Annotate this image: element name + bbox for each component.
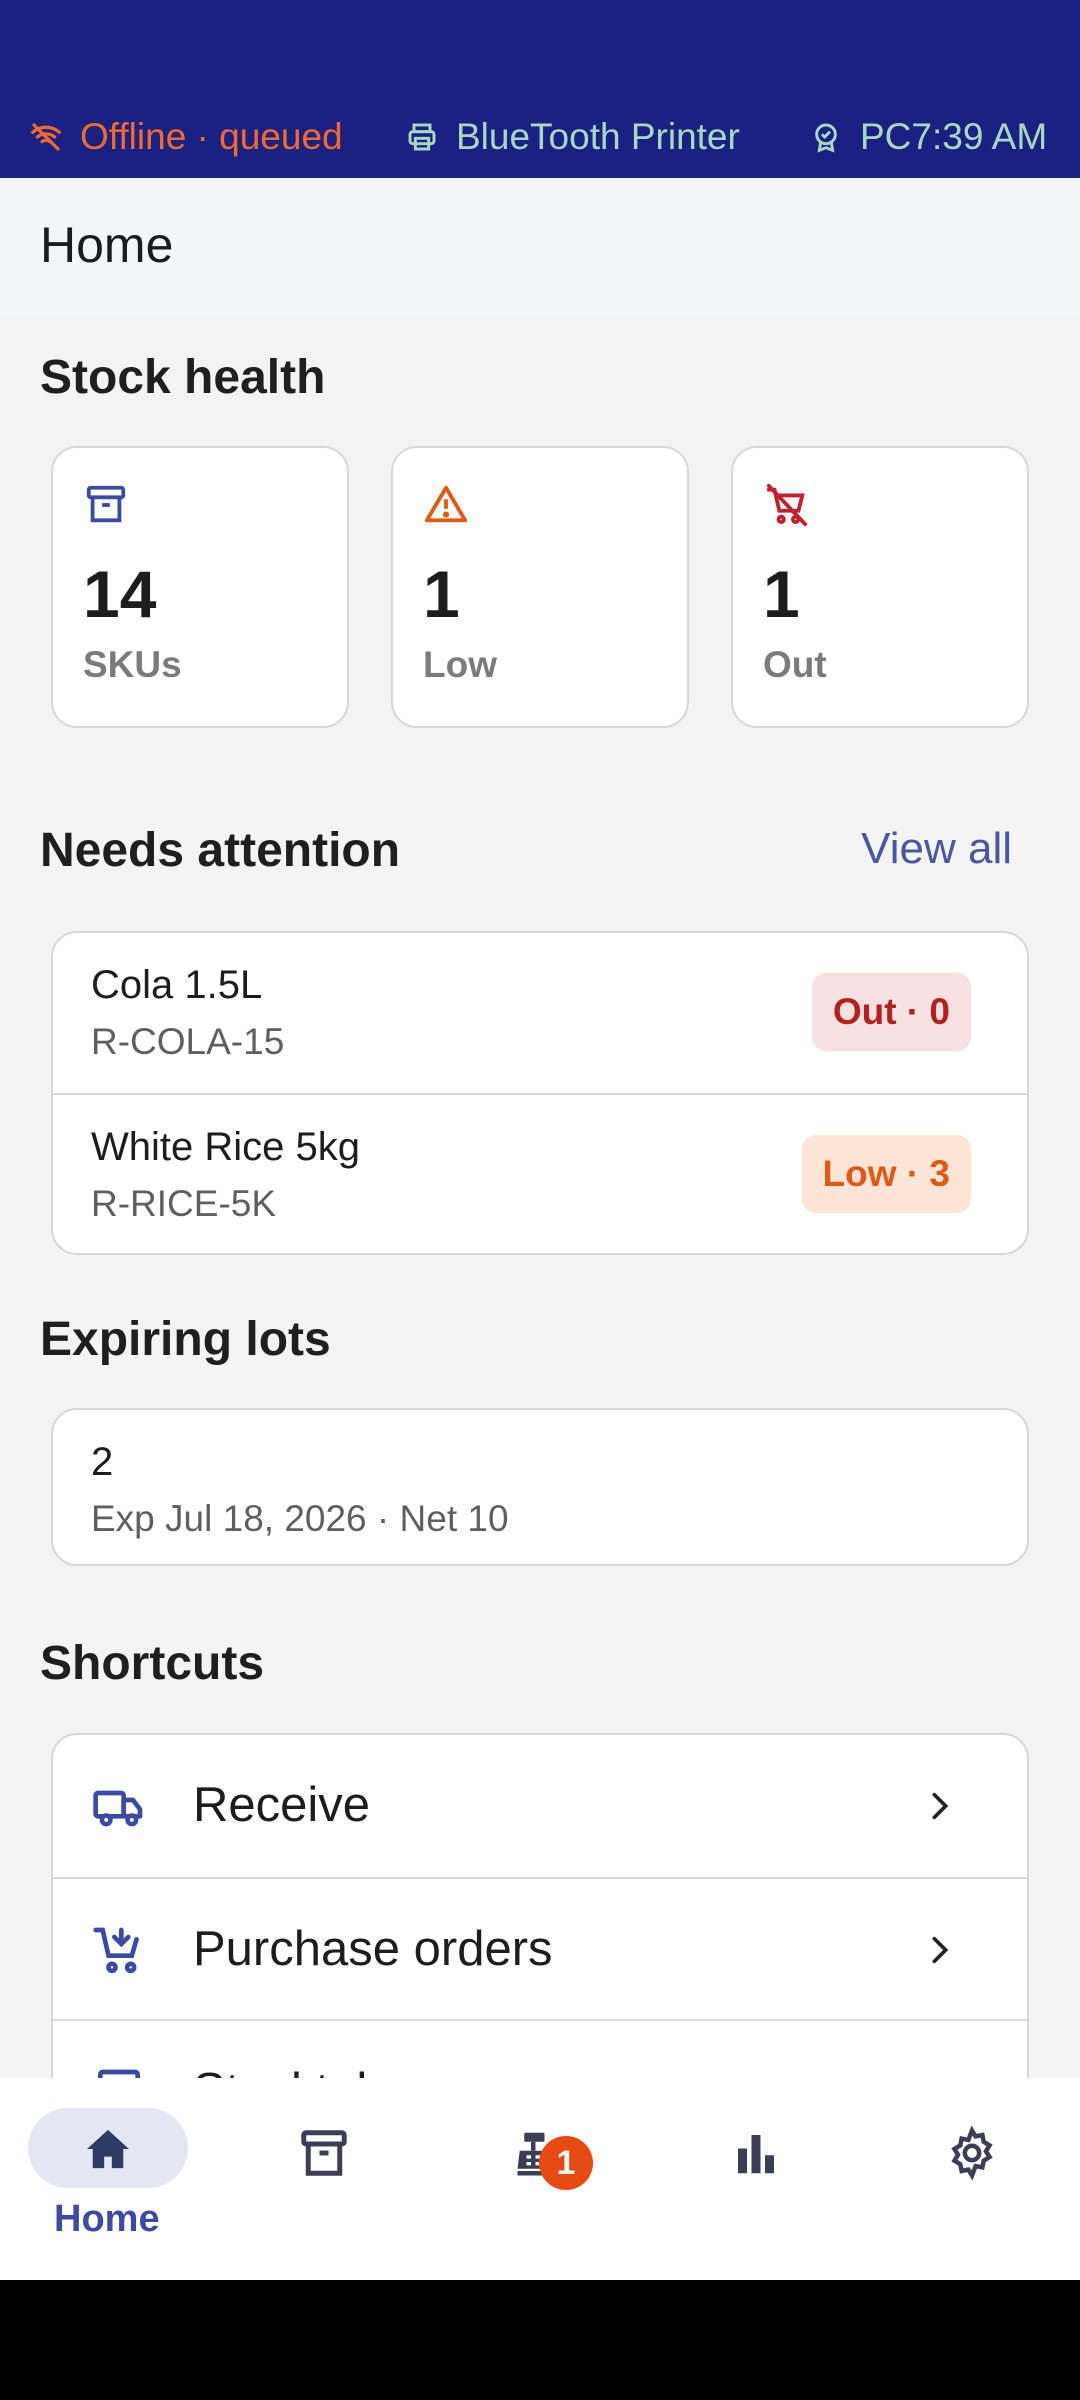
home-icon [87, 2129, 129, 2169]
settings-gear-icon[interactable] [945, 2126, 999, 2180]
bottom-navigation: Home 1 [0, 2078, 1080, 2280]
out-label: Out [763, 644, 827, 685]
item-sku: R-COLA-15 [91, 1021, 285, 1062]
clipboard-icon [98, 2069, 140, 2078]
clock: 7:39 AM [911, 116, 1048, 157]
device-name: PC [860, 116, 912, 157]
device-status: PC 7:39 AM [810, 116, 1047, 158]
home-content[interactable]: Stock health 14 SKUs 1 Low 1 Out Needs a… [0, 318, 1080, 2078]
stat-card-skus[interactable]: 14 SKUs [51, 446, 349, 728]
low-count: 1 [423, 557, 460, 631]
status-badge: Low · 3 [801, 1135, 971, 1213]
sku-count: 14 [83, 557, 157, 631]
bar-chart-icon[interactable] [729, 2126, 783, 2180]
archive-box-icon [86, 485, 126, 523]
stat-card-out[interactable]: 1 Out [731, 446, 1029, 728]
badge-icon [815, 123, 837, 153]
shortcut-receive[interactable]: Receive [53, 1735, 1027, 1877]
item-name: White Rice 5kg [91, 1125, 360, 1169]
low-label: Low [423, 644, 497, 685]
item-name: Cola 1.5L [91, 963, 263, 1007]
shortcut-label: Stocktake [193, 2063, 408, 2078]
truck-icon [93, 1790, 143, 1827]
system-navigation-bar [0, 2280, 1080, 2400]
printer-status-text: BlueTooth Printer [456, 116, 740, 157]
chevron-right-icon [932, 1792, 949, 1820]
shortcut-purchase-orders[interactable]: Purchase orders [53, 1877, 1027, 2019]
needs-attention-list: Cola 1.5L R-COLA-15 Out · 0 White Rice 5… [51, 931, 1029, 1255]
offline-status: Offline · queued [30, 116, 343, 158]
list-item[interactable]: White Rice 5kg R-RICE-5K Low · 3 [53, 1093, 1027, 1253]
lot-expiry: Exp Jul 18, 2026 · Net 10 [91, 1498, 509, 1539]
out-count: 1 [763, 557, 800, 631]
nav-home-indicator [28, 2108, 188, 2188]
nav-home-label: Home [54, 2198, 160, 2240]
shortcuts-list: Receive Purchase orders Stocktake [51, 1733, 1029, 2078]
sku-label: SKUs [83, 644, 182, 685]
inventory-icon[interactable] [297, 2126, 351, 2180]
page-title: Home [40, 217, 174, 273]
cart-off-icon [766, 483, 808, 527]
cart-add-icon [93, 1927, 139, 1974]
app-header: Home [0, 178, 1080, 318]
nav-home[interactable]: Home [0, 2078, 216, 2280]
chevron-right-icon [932, 1936, 949, 1964]
view-all-link[interactable]: View all [861, 824, 1012, 874]
wifi-off-icon [31, 123, 61, 151]
shortcut-label: Receive [193, 1778, 371, 1832]
printer-icon [408, 123, 436, 151]
offline-status-text: Offline · queued [80, 116, 343, 157]
status-badge: Out · 0 [811, 973, 971, 1051]
needs-attention-title: Needs attention [40, 824, 401, 877]
expiring-lots-title: Expiring lots [40, 1313, 331, 1366]
shortcuts-title: Shortcuts [40, 1637, 265, 1690]
notification-badge: 1 [539, 2136, 593, 2190]
shortcut-stocktake[interactable]: Stocktake [53, 2019, 1027, 2078]
stat-card-low[interactable]: 1 Low [391, 446, 689, 728]
expiring-lot-card[interactable]: 2 Exp Jul 18, 2026 · Net 10 [51, 1408, 1029, 1566]
status-bar: Offline · queued BlueTooth Printer PC 7:3… [0, 0, 1080, 178]
shortcut-label: Purchase orders [193, 1922, 553, 1976]
stock-health-title: Stock health [40, 351, 326, 404]
warning-triangle-icon [424, 485, 468, 523]
item-sku: R-RICE-5K [91, 1183, 277, 1224]
lot-quantity: 2 [91, 1440, 114, 1484]
list-item[interactable]: Cola 1.5L R-COLA-15 Out · 0 [53, 933, 1027, 1093]
printer-status: BlueTooth Printer [406, 116, 740, 158]
